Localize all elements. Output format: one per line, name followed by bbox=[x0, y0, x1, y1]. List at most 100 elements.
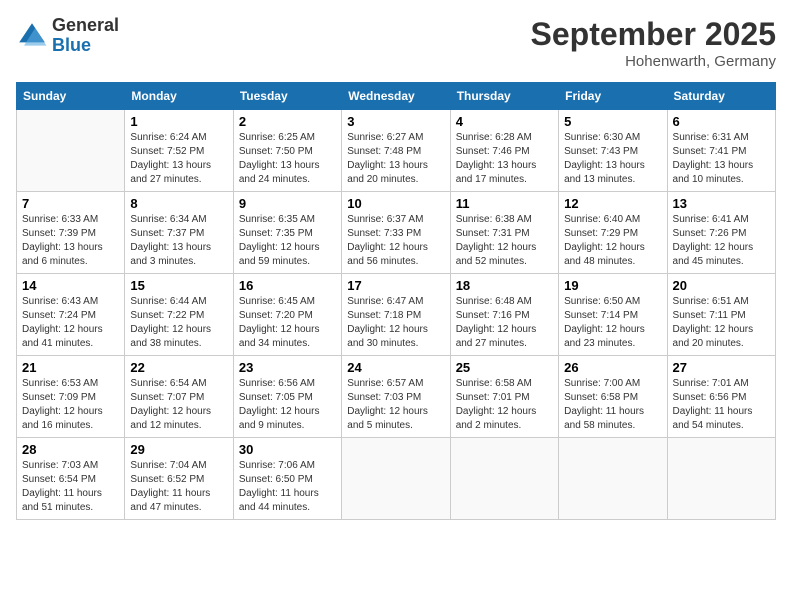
day-number: 4 bbox=[456, 114, 553, 129]
calendar-day-cell: 5 Sunrise: 6:30 AM Sunset: 7:43 PM Daylig… bbox=[559, 110, 667, 192]
logo-general: General bbox=[52, 16, 119, 36]
day-number: 20 bbox=[673, 278, 770, 293]
calendar-day-cell bbox=[667, 438, 775, 520]
day-info: Sunrise: 7:04 AM Sunset: 6:52 PM Dayligh… bbox=[130, 459, 227, 515]
day-number: 26 bbox=[564, 360, 661, 375]
calendar-week-row: 14 Sunrise: 6:43 AM Sunset: 7:24 PM Dayli… bbox=[17, 274, 776, 356]
day-info: Sunrise: 6:58 AM Sunset: 7:01 PM Dayligh… bbox=[456, 377, 553, 433]
calendar-day-cell: 30Sunrise: 7:06 AM Sunset: 6:50 PM Dayli… bbox=[233, 438, 341, 520]
logo: General Blue bbox=[16, 16, 119, 56]
calendar-day-cell: 2Sunrise: 6:25 AM Sunset: 7:50 PM Daylig… bbox=[233, 110, 341, 192]
day-info: Sunrise: 6:24 AM Sunset: 7:52 PM Dayligh… bbox=[130, 131, 227, 187]
month-title: September 2025 bbox=[531, 16, 776, 53]
day-info: Sunrise: 6:44 AM Sunset: 7:22 PM Dayligh… bbox=[130, 295, 227, 351]
logo-icon bbox=[16, 20, 48, 52]
calendar-day-cell: 27 Sunrise: 7:01 AM Sunset: 6:56 PM Dayli… bbox=[667, 356, 775, 438]
day-number: 18 bbox=[456, 278, 553, 293]
calendar-day-cell: 1 Sunrise: 6:24 AM Sunset: 7:52 PM Daylig… bbox=[125, 110, 233, 192]
day-number: 10 bbox=[347, 196, 444, 211]
calendar-day-cell: 6 Sunrise: 6:31 AM Sunset: 7:41 PM Daylig… bbox=[667, 110, 775, 192]
calendar-day-cell: 9Sunrise: 6:35 AM Sunset: 7:35 PM Daylig… bbox=[233, 192, 341, 274]
calendar-day-cell: 29 Sunrise: 7:04 AM Sunset: 6:52 PM Dayli… bbox=[125, 438, 233, 520]
calendar-week-row: 1 Sunrise: 6:24 AM Sunset: 7:52 PM Daylig… bbox=[17, 110, 776, 192]
day-number: 6 bbox=[673, 114, 770, 129]
page-header: General Blue September 2025 Hohenwarth, … bbox=[16, 16, 776, 70]
calendar-day-cell: 16 Sunrise: 6:45 AM Sunset: 7:20 PM Dayli… bbox=[233, 274, 341, 356]
day-info: Sunrise: 6:31 AM Sunset: 7:41 PM Dayligh… bbox=[673, 131, 770, 187]
day-info: Sunrise: 6:47 AM Sunset: 7:18 PM Dayligh… bbox=[347, 295, 444, 351]
day-info: Sunrise: 7:00 AM Sunset: 6:58 PM Dayligh… bbox=[564, 377, 661, 433]
day-info: Sunrise: 6:37 AM Sunset: 7:33 PM Dayligh… bbox=[347, 213, 444, 269]
day-number: 29 bbox=[130, 442, 227, 457]
day-info: Sunrise: 7:03 AM Sunset: 6:54 PM Dayligh… bbox=[22, 459, 119, 515]
weekday-header: Saturday bbox=[667, 83, 775, 110]
calendar-table: SundayMondayTuesdayWednesdayThursdayFrid… bbox=[16, 82, 776, 520]
day-info: Sunrise: 6:48 AM Sunset: 7:16 PM Dayligh… bbox=[456, 295, 553, 351]
day-number: 24 bbox=[347, 360, 444, 375]
calendar-day-cell: 7 Sunrise: 6:33 AM Sunset: 7:39 PM Daylig… bbox=[17, 192, 125, 274]
calendar-day-cell: 25 Sunrise: 6:58 AM Sunset: 7:01 PM Dayli… bbox=[450, 356, 558, 438]
calendar-day-cell: 10 Sunrise: 6:37 AM Sunset: 7:33 PM Dayli… bbox=[342, 192, 450, 274]
calendar-day-cell bbox=[342, 438, 450, 520]
calendar-day-cell: 28 Sunrise: 7:03 AM Sunset: 6:54 PM Dayli… bbox=[17, 438, 125, 520]
day-number: 12 bbox=[564, 196, 661, 211]
day-number: 13 bbox=[673, 196, 770, 211]
calendar-day-cell: 21 Sunrise: 6:53 AM Sunset: 7:09 PM Dayli… bbox=[17, 356, 125, 438]
calendar-day-cell: 19Sunrise: 6:50 AM Sunset: 7:14 PM Dayli… bbox=[559, 274, 667, 356]
weekday-header: Monday bbox=[125, 83, 233, 110]
calendar-day-cell: 26 Sunrise: 7:00 AM Sunset: 6:58 PM Dayli… bbox=[559, 356, 667, 438]
calendar-day-cell: 4Sunrise: 6:28 AM Sunset: 7:46 PM Daylig… bbox=[450, 110, 558, 192]
day-info: Sunrise: 6:27 AM Sunset: 7:48 PM Dayligh… bbox=[347, 131, 444, 187]
day-info: Sunrise: 6:25 AM Sunset: 7:50 PM Dayligh… bbox=[239, 131, 336, 187]
day-info: Sunrise: 6:57 AM Sunset: 7:03 PM Dayligh… bbox=[347, 377, 444, 433]
calendar-day-cell: 17 Sunrise: 6:47 AM Sunset: 7:18 PM Dayli… bbox=[342, 274, 450, 356]
day-number: 7 bbox=[22, 196, 119, 211]
calendar-week-row: 28 Sunrise: 7:03 AM Sunset: 6:54 PM Dayli… bbox=[17, 438, 776, 520]
day-number: 14 bbox=[22, 278, 119, 293]
day-info: Sunrise: 7:01 AM Sunset: 6:56 PM Dayligh… bbox=[673, 377, 770, 433]
weekday-header: Tuesday bbox=[233, 83, 341, 110]
calendar-week-row: 7 Sunrise: 6:33 AM Sunset: 7:39 PM Daylig… bbox=[17, 192, 776, 274]
day-info: Sunrise: 6:43 AM Sunset: 7:24 PM Dayligh… bbox=[22, 295, 119, 351]
day-number: 16 bbox=[239, 278, 336, 293]
calendar-day-cell bbox=[559, 438, 667, 520]
day-number: 17 bbox=[347, 278, 444, 293]
calendar-day-cell: 23 Sunrise: 6:56 AM Sunset: 7:05 PM Dayli… bbox=[233, 356, 341, 438]
weekday-header: Friday bbox=[559, 83, 667, 110]
calendar-day-cell: 12Sunrise: 6:40 AM Sunset: 7:29 PM Dayli… bbox=[559, 192, 667, 274]
day-info: Sunrise: 6:51 AM Sunset: 7:11 PM Dayligh… bbox=[673, 295, 770, 351]
calendar-day-cell: 22Sunrise: 6:54 AM Sunset: 7:07 PM Dayli… bbox=[125, 356, 233, 438]
title-block: September 2025 Hohenwarth, Germany bbox=[531, 16, 776, 70]
day-number: 30 bbox=[239, 442, 336, 457]
day-number: 15 bbox=[130, 278, 227, 293]
day-info: Sunrise: 6:30 AM Sunset: 7:43 PM Dayligh… bbox=[564, 131, 661, 187]
logo-blue: Blue bbox=[52, 36, 119, 56]
day-number: 27 bbox=[673, 360, 770, 375]
day-number: 21 bbox=[22, 360, 119, 375]
day-info: Sunrise: 6:45 AM Sunset: 7:20 PM Dayligh… bbox=[239, 295, 336, 351]
day-info: Sunrise: 6:54 AM Sunset: 7:07 PM Dayligh… bbox=[130, 377, 227, 433]
calendar-day-cell: 20 Sunrise: 6:51 AM Sunset: 7:11 PM Dayli… bbox=[667, 274, 775, 356]
calendar-day-cell bbox=[450, 438, 558, 520]
day-info: Sunrise: 6:33 AM Sunset: 7:39 PM Dayligh… bbox=[22, 213, 119, 269]
calendar-week-row: 21 Sunrise: 6:53 AM Sunset: 7:09 PM Dayli… bbox=[17, 356, 776, 438]
weekday-header: Sunday bbox=[17, 83, 125, 110]
day-info: Sunrise: 6:38 AM Sunset: 7:31 PM Dayligh… bbox=[456, 213, 553, 269]
day-number: 1 bbox=[130, 114, 227, 129]
day-info: Sunrise: 6:53 AM Sunset: 7:09 PM Dayligh… bbox=[22, 377, 119, 433]
calendar-day-cell: 24 Sunrise: 6:57 AM Sunset: 7:03 PM Dayli… bbox=[342, 356, 450, 438]
calendar-day-cell: 3 Sunrise: 6:27 AM Sunset: 7:48 PM Daylig… bbox=[342, 110, 450, 192]
weekday-header: Wednesday bbox=[342, 83, 450, 110]
day-info: Sunrise: 6:56 AM Sunset: 7:05 PM Dayligh… bbox=[239, 377, 336, 433]
calendar-day-cell: 13 Sunrise: 6:41 AM Sunset: 7:26 PM Dayli… bbox=[667, 192, 775, 274]
day-number: 5 bbox=[564, 114, 661, 129]
day-number: 25 bbox=[456, 360, 553, 375]
day-number: 19 bbox=[564, 278, 661, 293]
calendar-day-cell: 8Sunrise: 6:34 AM Sunset: 7:37 PM Daylig… bbox=[125, 192, 233, 274]
day-number: 23 bbox=[239, 360, 336, 375]
day-number: 3 bbox=[347, 114, 444, 129]
day-info: Sunrise: 6:41 AM Sunset: 7:26 PM Dayligh… bbox=[673, 213, 770, 269]
day-number: 28 bbox=[22, 442, 119, 457]
calendar-day-cell: 15 Sunrise: 6:44 AM Sunset: 7:22 PM Dayli… bbox=[125, 274, 233, 356]
logo-text: General Blue bbox=[52, 16, 119, 56]
